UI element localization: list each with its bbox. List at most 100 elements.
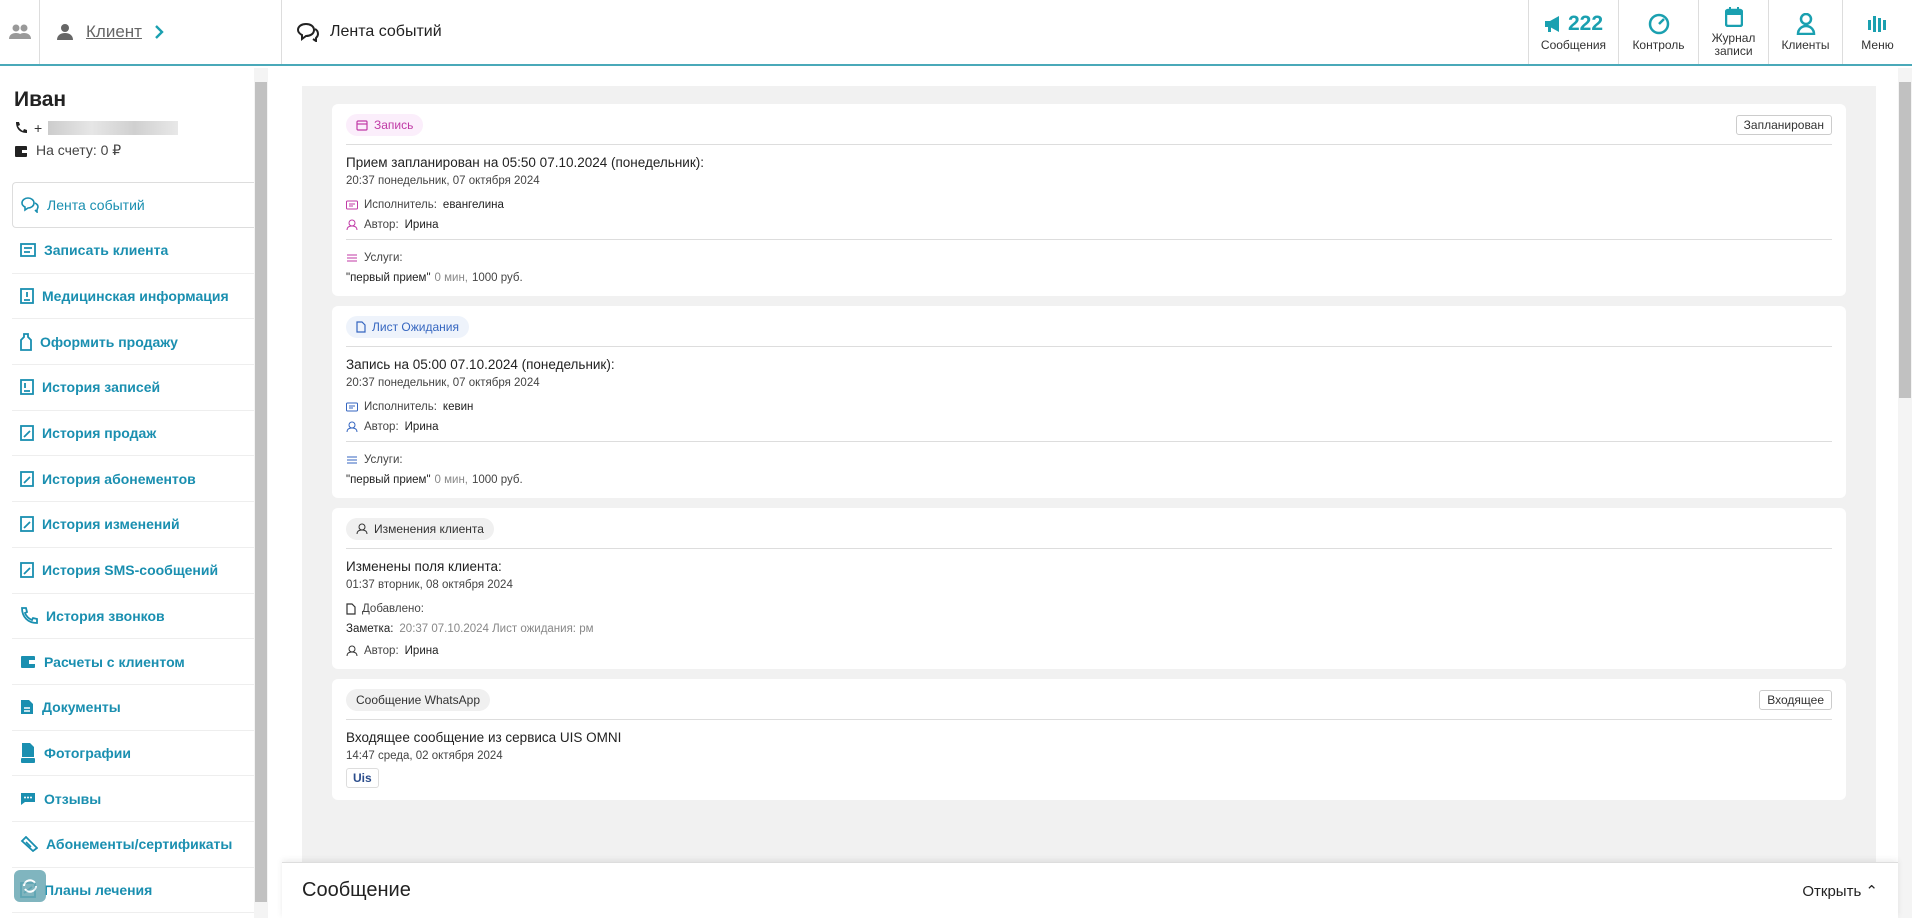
services-label: Услуги: <box>364 454 403 466</box>
sidebar-item-feed[interactable]: Лента событий <box>12 182 266 228</box>
sidebar-item-label: История SMS-сообщений <box>42 562 219 579</box>
executor-label: Исполнитель: <box>364 401 437 413</box>
added-label: Добавлено: <box>362 603 424 615</box>
floating-action-button[interactable] <box>14 870 46 902</box>
gauge-icon <box>1648 13 1669 34</box>
client-link[interactable]: Клиент <box>86 22 142 42</box>
id-card-icon <box>346 402 358 412</box>
id-card-icon <box>346 200 358 210</box>
service-price: 1000 руб. <box>472 272 523 284</box>
journal-button[interactable]: Журнал записи <box>1698 0 1768 64</box>
sidebar-item-sale[interactable]: Оформить продажу <box>12 319 266 366</box>
sidebar-item-subscriptions[interactable]: Абонементы/сертификаты <box>12 822 266 868</box>
page-title: Лента событий <box>330 23 442 40</box>
header-buttons: 222 Сообщения Контроль Журнал записи Кли… <box>1528 0 1912 64</box>
message-panel: Сообщение Открыть ⌃ <box>282 862 1898 918</box>
event-title: Прием запланирован на 05:50 07.10.2024 (… <box>346 155 704 170</box>
services-icon <box>347 456 357 464</box>
messages-button[interactable]: 222 Сообщения <box>1528 0 1618 64</box>
phone-icon <box>21 606 38 624</box>
client-balance: На счету: 0 ₽ <box>14 142 121 159</box>
calendar-icon <box>1724 7 1743 27</box>
clients-label: Клиенты <box>1781 37 1830 52</box>
sidebar-item-calls-history[interactable]: История звонков <box>12 594 266 640</box>
document-icon <box>21 700 33 715</box>
sidebar-item-label: История изменений <box>42 516 180 533</box>
comment-icon <box>21 792 35 805</box>
event-time: 14:47 среда, 02 октября 2024 <box>346 750 503 762</box>
sidebar-menu: Лента событий Записать клиента Медицинск… <box>12 182 266 914</box>
clients-button[interactable]: Клиенты <box>1768 0 1842 64</box>
journal-label: Журнал записи <box>1711 31 1756 58</box>
author-row: Автор: Ирина <box>346 421 1832 433</box>
calendar-icon <box>356 120 368 131</box>
executor-label: Исполнитель: <box>364 199 437 211</box>
author-value: Ирина <box>404 219 439 231</box>
control-label: Контроль <box>1632 37 1685 52</box>
sidebar-item-book-client[interactable]: Записать клиента <box>12 228 266 274</box>
client-name: Иван <box>14 88 67 111</box>
sidebar-item-reviews[interactable]: Отзывы <box>12 776 266 822</box>
history-icon <box>20 516 34 533</box>
message-panel-title: Сообщение <box>302 879 411 901</box>
author-row: Автор: Ирина <box>346 645 1832 657</box>
sidebar-item-booking-history[interactable]: История записей <box>12 365 266 411</box>
wallet-icon <box>15 145 27 157</box>
sidebar-item-label: Абонементы/сертификаты <box>46 836 233 853</box>
sidebar-item-changes-history[interactable]: История изменений <box>12 502 266 548</box>
open-message-button[interactable]: Открыть ⌃ <box>1802 882 1878 900</box>
added-row: Добавлено: <box>346 603 1832 615</box>
sidebar-item-treatment-plans[interactable]: Планы лечения <box>12 868 266 914</box>
event-type-badge: Сообщение WhatsApp <box>346 689 490 711</box>
user-icon <box>346 421 358 433</box>
megaphone-icon <box>1544 15 1559 32</box>
people-toggle[interactable] <box>0 0 40 64</box>
phone-masked <box>48 121 179 135</box>
document-icon <box>346 603 356 615</box>
service-duration: 0 мин, <box>434 272 468 284</box>
history-icon <box>20 425 34 441</box>
service-item: "первый прием" 0 мин, 1000 руб. <box>346 474 1832 486</box>
event-feed: Запись Запланирован Прием запланирован н… <box>302 86 1876 918</box>
event-type-badge: Лист Ожидания <box>346 316 469 338</box>
sidebar-item-documents[interactable]: Документы <box>12 685 266 731</box>
sidebar-item-label: Документы <box>42 699 121 716</box>
event-time: 01:37 вторник, 08 октября 2024 <box>346 579 513 591</box>
services-icon <box>347 254 357 262</box>
control-button[interactable]: Контроль <box>1618 0 1698 64</box>
note-value: 20:37 07.10.2024 Лист ожидания: рм <box>399 623 594 635</box>
history-icon <box>20 562 34 579</box>
ticket-icon <box>20 836 38 853</box>
event-type-label: Изменения клиента <box>374 522 484 536</box>
author-label: Автор: <box>364 219 399 231</box>
top-header: Клиент Лента событий 222 Сообщения Контр… <box>0 0 1912 66</box>
sidebar-item-sms-history[interactable]: История SMS-сообщений <box>12 548 266 594</box>
sidebar-item-label: История абонементов <box>42 470 196 487</box>
sidebar-item-label: Оформить продажу <box>40 333 178 350</box>
photo-icon <box>21 742 35 763</box>
services-row: Услуги: <box>346 252 1832 264</box>
messages-count: 222 <box>1567 12 1604 35</box>
service-price: 1000 руб. <box>472 474 523 486</box>
event-type-badge: Изменения клиента <box>346 518 494 540</box>
chevron-right-icon[interactable] <box>154 25 164 39</box>
author-label: Автор: <box>364 645 399 657</box>
client-phone: + <box>14 120 179 136</box>
edit-list-icon <box>20 243 36 258</box>
sidebar-item-medical-info[interactable]: Медицинская информация <box>12 274 266 320</box>
note-label: Заметка: <box>346 623 394 635</box>
sidebar-item-sales-history[interactable]: История продаж <box>12 411 266 457</box>
page-title-area: Лента событий <box>282 0 1528 64</box>
history-icon <box>20 470 34 487</box>
feed-card: Изменения клиента Изменены поля клиента:… <box>332 508 1846 669</box>
balance-text: На счету: 0 ₽ <box>36 142 122 158</box>
sidebar-item-photos[interactable]: Фотографии <box>12 731 266 777</box>
sidebar-item-settlements[interactable]: Расчеты с клиентом <box>12 639 266 685</box>
service-tag: Uis <box>346 768 379 788</box>
main-scrollbar-thumb[interactable] <box>1899 82 1911 398</box>
user-icon <box>356 523 368 535</box>
event-time: 20:37 понедельник, 07 октября 2024 <box>346 377 540 389</box>
menu-button[interactable]: Меню <box>1842 0 1912 64</box>
sidebar-scrollbar-thumb[interactable] <box>255 82 267 902</box>
sidebar-item-subscription-history[interactable]: История абонементов <box>12 456 266 503</box>
